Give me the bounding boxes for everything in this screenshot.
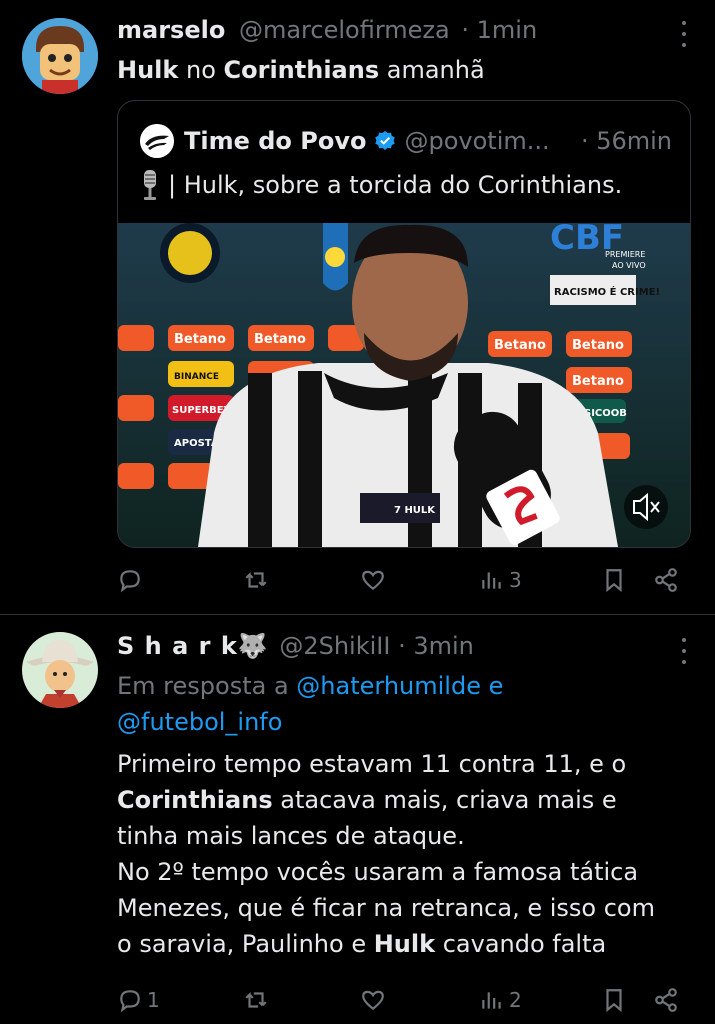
quoted-timestamp[interactable]: · 56min (581, 127, 672, 155)
tweet-text: Hulk no Corinthians amanhã (117, 52, 691, 88)
text-segment: amanhã (379, 56, 485, 84)
display-name[interactable]: S h a r k (117, 632, 238, 660)
share-button[interactable] (653, 563, 679, 597)
quoted-handle[interactable]: @povotim... (404, 127, 549, 155)
reply-prefix: Em resposta a (117, 672, 297, 700)
premiere-text: PREMIERE (605, 250, 645, 259)
text-segment: no (178, 56, 224, 84)
tweet-actions: 3 (117, 563, 687, 597)
views-button[interactable]: 3 (479, 563, 522, 597)
timestamp[interactable]: 3min (413, 632, 474, 660)
retweet-button[interactable] (243, 983, 273, 1017)
share-icon (655, 988, 677, 1012)
reply-button[interactable]: 1 (117, 983, 160, 1017)
timestamp[interactable]: 1min (477, 16, 538, 44)
text-line: o saravia, Paulinho e Hulk cavando falta (117, 926, 691, 962)
tweet-shark-reply[interactable]: S h a r k🐺 @2ShikiII · 3min Em resposta … (0, 615, 715, 1024)
more-options-icon[interactable] (679, 21, 689, 47)
sponsor-betano: Betano (174, 332, 226, 347)
mention-corinthians: Corinthians (117, 786, 273, 814)
like-button[interactable] (360, 983, 390, 1017)
quoted-tweet-header: Time do Povo @povotim... · 56min (140, 123, 672, 159)
mention-hulk: Hulk (373, 930, 436, 958)
quoted-display-name[interactable]: Time do Povo (184, 127, 366, 155)
analytics-icon (482, 572, 501, 589)
views-button[interactable]: 2 (479, 983, 522, 1017)
mention-link[interactable]: @futebol_info (117, 708, 282, 736)
sponsor-betano: Betano (254, 332, 306, 347)
share-icon (655, 568, 677, 592)
retweet-icon (245, 571, 267, 588)
reply-count: 1 (147, 988, 160, 1012)
lower-third-name: 7 HULK (394, 505, 436, 516)
reply-context: Em resposta a @haterhumilde e @futebol_i… (117, 668, 691, 740)
heart-icon (362, 570, 384, 591)
retweet-button[interactable] (243, 563, 273, 597)
bookmark-button[interactable] (601, 983, 627, 1017)
share-button[interactable] (653, 983, 679, 1017)
sponsor-betano: Betano (572, 338, 624, 353)
tweet-header: marselo @marcelofirmeza · 1min (117, 16, 655, 50)
separator-dot: · (461, 16, 469, 44)
reply-joiner: e (480, 672, 504, 700)
racismo-banner: RACISMO É CRIME! (554, 285, 660, 298)
avatar[interactable] (22, 18, 98, 94)
video-frame: CBF PREMIERE AO VIVO RACISMO É CRIME! Be… (118, 223, 690, 547)
sponsor-binance: BINANCE (174, 372, 219, 382)
like-button[interactable] (360, 563, 390, 597)
ao-vivo-text: AO VIVO (612, 261, 646, 270)
text-line: Corinthians atacava mais, criava mais e (117, 782, 691, 818)
views-count: 3 (509, 568, 522, 592)
reply-icon (120, 570, 140, 593)
sponsor-betano: Betano (494, 338, 546, 353)
tweet-actions: 1 2 (117, 983, 687, 1017)
handle[interactable]: @marcelofirmeza (239, 16, 450, 44)
text-line: Menezes, que é ficar na retranca, e isso… (117, 894, 655, 922)
bookmark-icon (606, 989, 622, 1013)
microphone-icon (144, 170, 156, 200)
tweet-text: Primeiro tempo estavam 11 contra 11, e o… (117, 746, 691, 962)
quoted-text: | Hulk, sobre a torcida do Corinthians. (140, 167, 680, 203)
quoted-media-video[interactable]: CBF PREMIERE AO VIVO RACISMO É CRIME! Be… (118, 223, 690, 547)
text-line: No 2º tempo vocês usaram a famosa tática (117, 858, 639, 886)
text-segment: atacava mais, criava mais e (272, 786, 617, 814)
retweet-icon (245, 991, 267, 1008)
quoted-avatar[interactable] (140, 124, 174, 158)
sponsor-betano: Betano (572, 374, 624, 389)
analytics-icon (482, 992, 501, 1009)
heart-icon (362, 990, 384, 1011)
bookmark-icon (606, 569, 622, 593)
quoted-tweet[interactable]: Time do Povo @povotim... · 56min | Hulk,… (117, 100, 691, 548)
bookmark-button[interactable] (601, 563, 627, 597)
mention-hulk: Hulk (117, 56, 179, 84)
tweet-header: S h a r k🐺 @2ShikiII · 3min (117, 632, 655, 666)
text-line: Primeiro tempo estavam 11 contra 11, e o (117, 750, 627, 778)
verified-badge-icon (375, 130, 396, 150)
views-count: 2 (509, 988, 522, 1012)
mention-link[interactable]: @haterhumilde (296, 672, 481, 700)
text-segment: o saravia, Paulinho e (117, 930, 374, 958)
quoted-text-content: | Hulk, sobre a torcida do Corinthians. (168, 171, 623, 199)
reply-icon (120, 990, 140, 1013)
separator-dot: · (398, 632, 406, 660)
mention-corinthians: Corinthians (223, 56, 380, 84)
wolf-emoji: 🐺 (237, 632, 268, 660)
avatar[interactable] (22, 632, 98, 708)
handle[interactable]: @2ShikiII (279, 632, 390, 660)
display-name[interactable]: marselo (117, 16, 225, 44)
text-line: tinha mais lances de ataque. (117, 822, 465, 850)
tweet-marselo[interactable]: marselo @marcelofirmeza · 1min Hulk no C… (0, 0, 715, 614)
more-options-icon[interactable] (679, 638, 689, 664)
reply-button[interactable] (117, 563, 147, 597)
text-segment: cavando falta (435, 930, 607, 958)
